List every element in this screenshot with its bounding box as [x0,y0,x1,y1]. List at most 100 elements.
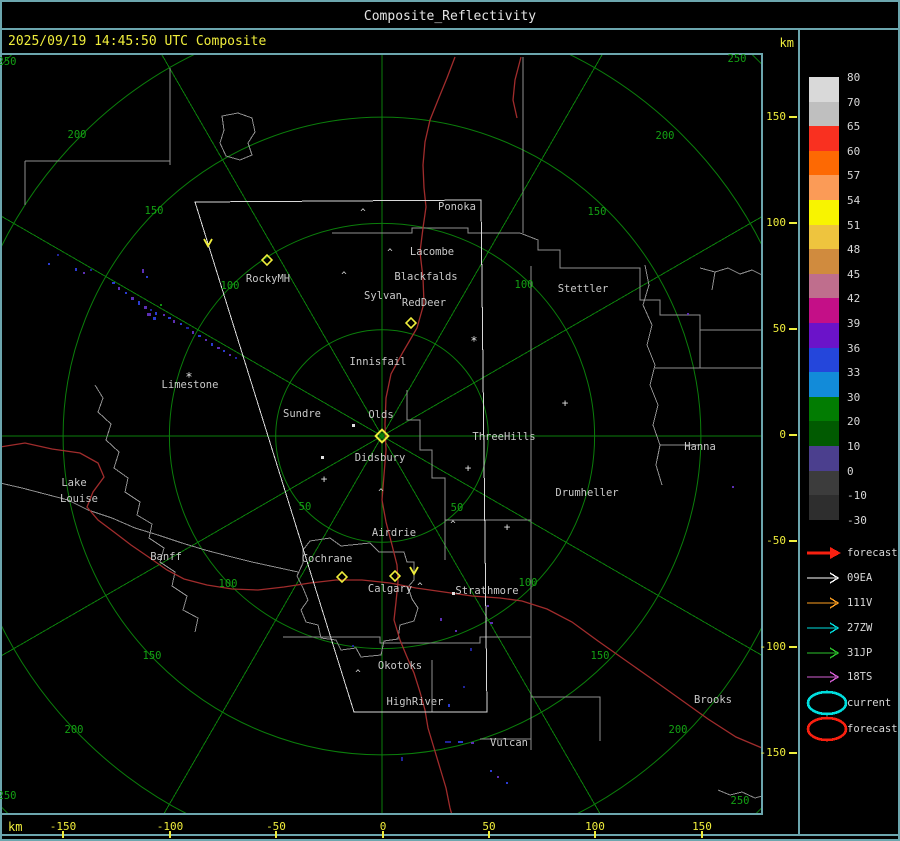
y-axis-unit-label: km [756,36,794,50]
boundary-line [407,390,531,712]
colorbar-swatch [809,471,839,496]
colorbar-swatch [809,348,839,373]
radial-line [382,436,662,815]
colorbar-tick-label: 45 [847,268,860,281]
radial-line [382,53,662,436]
colorbar-swatch [809,225,839,250]
radial-line [102,436,382,815]
timestamp-label: 2025/09/19 14:45:50 UTC Composite [8,34,266,49]
boundary-line [643,265,700,485]
window-title: Composite_Reflectivity [2,9,898,24]
colorbar-tick-label: 70 [847,96,860,109]
colorbar-tick-label: 20 [847,415,860,428]
radial-line [382,156,763,436]
radar-site-diamond-icon [406,318,416,328]
highway-line [513,57,521,118]
y-tick-label: 50 [700,322,786,335]
colorbar-tick-label: 54 [847,194,860,207]
y-tick [789,752,797,754]
ellipse-label: forecast [847,723,898,735]
radial-line [0,436,382,716]
colorbar-tick-label: 36 [847,342,860,355]
y-tick-label: 150 [700,110,786,123]
colorbar-swatch [809,298,839,323]
colorbar-swatch [809,200,839,225]
x-tick [594,831,596,838]
colorbar-swatch [809,151,839,176]
titlebar: Composite_Reflectivity [2,2,898,28]
colorbar-tick-label: 10 [847,440,860,453]
boundary-line [718,790,762,798]
vector-label: 27ZW [847,622,872,634]
colorbar-swatch [809,323,839,348]
boundary-line [220,113,255,160]
y-tick-label: 100 [700,216,786,229]
ellipse-label: current [847,697,891,709]
colorbar-swatch [809,495,839,520]
colorbar-tick-label: 57 [847,169,860,182]
y-tick [789,540,797,542]
radar-map[interactable] [0,53,763,815]
vector-arrow-icon [805,546,845,560]
boundary-line [0,483,298,572]
boundary-line [25,68,170,205]
colorbar-tick-label: 60 [847,145,860,158]
ellipse-icon [805,689,851,717]
vector-arrow-icon [805,571,845,585]
x-tick [488,831,490,838]
x-axis [0,815,798,841]
boundary-line [655,330,762,368]
y-tick-label: 0 [700,428,786,441]
colorbar-swatch [809,77,839,102]
colorbar-swatch [809,372,839,397]
colorbar-swatch [809,446,839,471]
colorbar-swatch [809,126,839,151]
colorbar-swatch [809,274,839,299]
boundary-line [332,228,762,330]
y-tick [789,646,797,648]
x-axis-unit-label: km [8,820,22,834]
y-tick [789,116,797,118]
y-tick [789,222,797,224]
colorbar-tick-label: 51 [847,219,860,232]
colorbar-tick-label: 39 [847,317,860,330]
x-tick [62,831,64,838]
vector-arrow-icon [805,670,845,684]
colorbar-tick-label: 48 [847,243,860,256]
colorbar-swatch [809,175,839,200]
y-tick-label: -150 [700,746,786,759]
vector-label: forecast [847,547,898,559]
colorbar-tick-label: -30 [847,514,867,527]
x-tick [701,831,703,838]
x-tick [275,831,277,838]
x-tick [169,831,171,838]
vector-arrow-icon [805,646,845,660]
colorbar-swatch [809,249,839,274]
ellipse-icon [805,715,851,743]
radial-line [102,53,382,436]
y-tick-label: -100 [700,640,786,653]
vector-label: 09EA [847,572,872,584]
colorbar-tick-label: 42 [847,292,860,305]
colorbar-tick-label: 0 [847,465,854,478]
titlebar-divider [0,28,900,30]
x-tick [382,831,384,838]
vector-label: 111V [847,597,872,609]
vector-label: 31JP [847,647,872,659]
colorbar-tick-label: 65 [847,120,860,133]
vector-arrow-icon [805,596,845,610]
y-tick [789,434,797,436]
colorbar-tick-label: -10 [847,489,867,502]
coverage-swath [195,200,487,712]
colorbar-swatch [809,421,839,446]
highway-line [0,443,762,748]
map-canvas [0,53,763,815]
boundary-line [700,268,762,290]
colorbar-swatch [809,102,839,127]
boundary-line [283,637,531,643]
colorbar-tick-label: 33 [847,366,860,379]
colorbar-swatch [809,397,839,422]
y-tick-label: -50 [700,534,786,547]
radial-line [0,156,382,436]
y-tick [789,328,797,330]
